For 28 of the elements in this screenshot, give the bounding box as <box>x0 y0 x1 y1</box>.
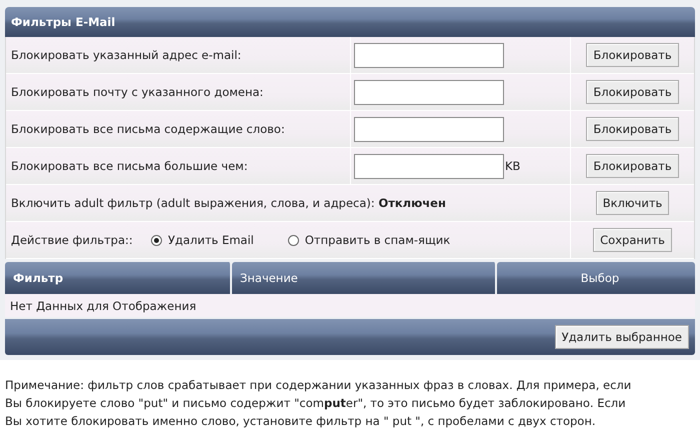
field-label: Действие фильтра:: <box>11 233 134 247</box>
input-field[interactable] <box>354 42 504 68</box>
field-label: Блокировать все письма большие чем: <box>11 159 248 173</box>
input-field[interactable] <box>354 116 504 142</box>
unit-label: KB <box>505 159 520 173</box>
note-text: Примечание: фильтр слов срабатывает при содержании указанных фраз в словах. Для примера, если Вы блокируете слово "put" и письмо содержит "computer", то это письмо будет заблокировано. Если Вы хотите блокировать именно слово, установите фильтр на " put ", с пробелами с двух сторон. <box>4 377 632 430</box>
input-field[interactable] <box>354 154 504 178</box>
block-button[interactable]: Блокировать <box>586 154 679 178</box>
radio-button[interactable] <box>288 234 299 246</box>
column-header[interactable]: Значение <box>232 262 497 294</box>
save-button[interactable]: Сохранить <box>593 228 672 252</box>
radio-label[interactable]: Отправить в спам-ящик <box>304 233 450 247</box>
field-label: Блокировать все письма содержащие слово: <box>11 122 285 136</box>
empty-message: Нет Данных для Отображения <box>10 298 196 312</box>
column-header[interactable]: Фильтр <box>5 262 232 294</box>
enable-button[interactable]: Включить <box>596 191 670 215</box>
block-button[interactable]: Блокировать <box>586 117 679 141</box>
field-label: Блокировать указанный адрес e-mail: <box>11 48 242 62</box>
block-button[interactable]: Блокировать <box>586 43 679 67</box>
block-button[interactable]: Блокировать <box>586 80 679 104</box>
status-text: Включить adult фильтр (adult выражения, слова, и адреса): Отключен <box>11 196 446 210</box>
panel-title: Фильтры E-Mail <box>10 15 116 29</box>
radio-label[interactable]: Удалить Email <box>168 233 254 247</box>
delete-selected-button[interactable]: Удалить выбранное <box>554 325 689 349</box>
input-field[interactable] <box>354 80 504 104</box>
radio-button[interactable] <box>151 234 162 246</box>
column-header[interactable]: Выбор <box>497 262 695 294</box>
field-label: Блокировать почту с указанного домена: <box>11 85 264 99</box>
